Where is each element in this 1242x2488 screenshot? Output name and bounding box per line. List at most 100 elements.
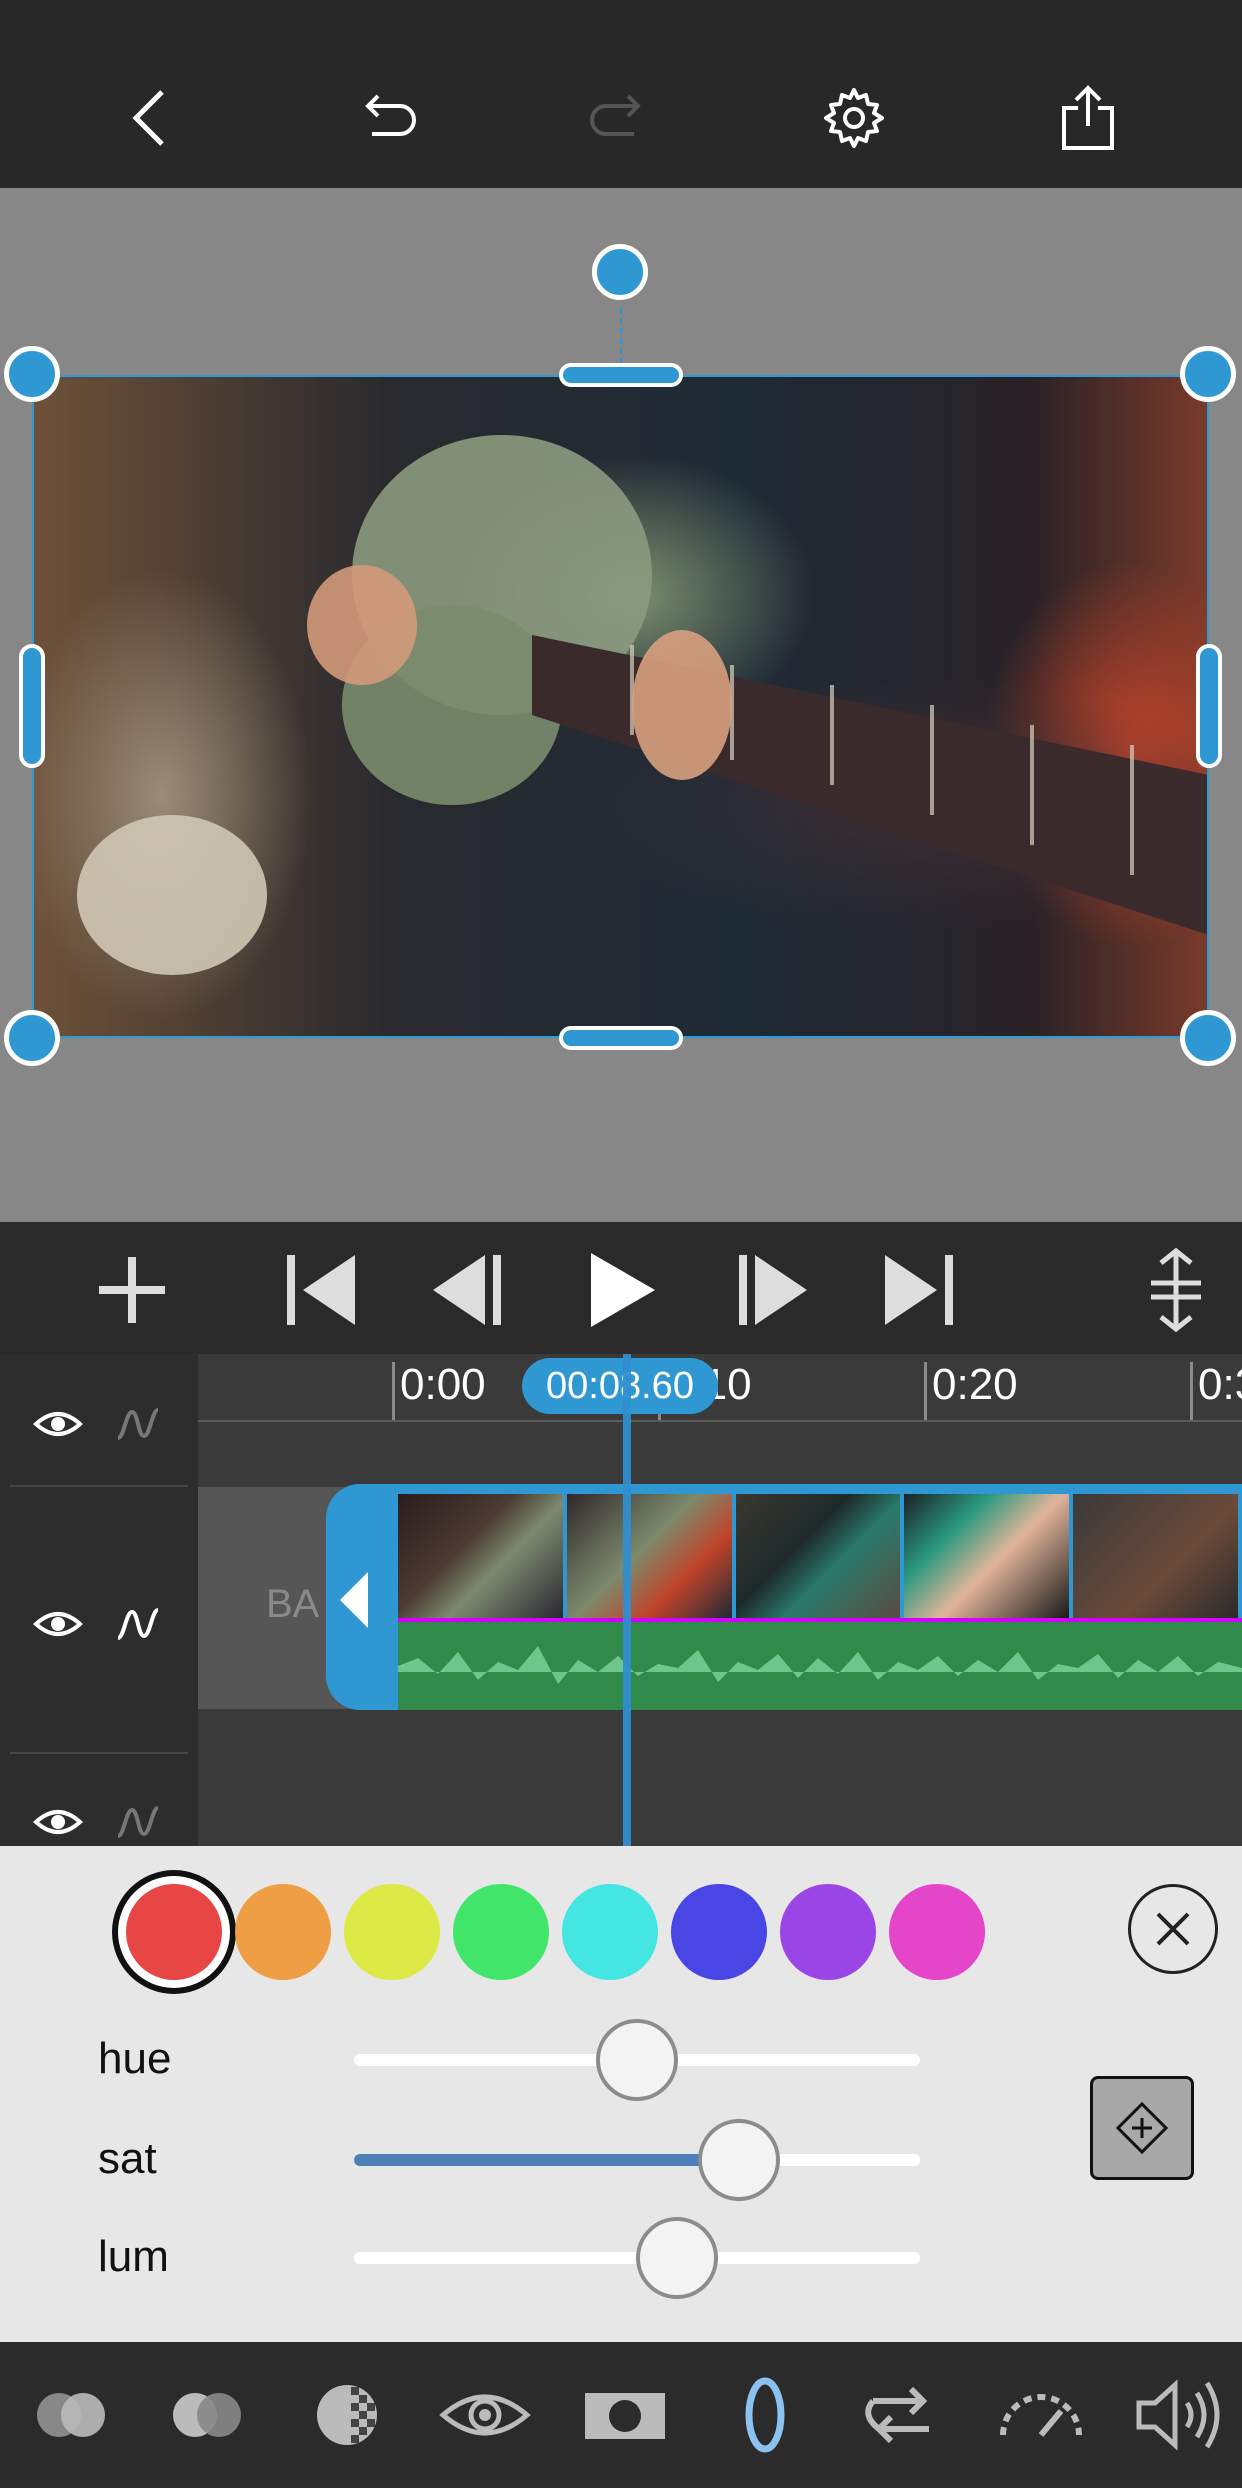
track-height-icon <box>1151 1247 1201 1333</box>
track-3-controls <box>0 1792 198 1852</box>
color-swatch-orange[interactable] <box>235 1884 331 1980</box>
top-toolbar <box>0 0 1242 188</box>
close-icon <box>1156 1912 1190 1946</box>
sat-slider-fill <box>354 2154 739 2166</box>
play-button[interactable] <box>570 1240 670 1340</box>
clip-trim-handle-icon[interactable] <box>340 1572 368 1628</box>
skip-to-start-icon <box>287 1255 355 1325</box>
clip-thumbnails <box>398 1494 1242 1618</box>
reverse-button[interactable] <box>846 2370 956 2460</box>
bottom-toolbar <box>0 2342 1242 2488</box>
video-preview <box>0 188 1242 1222</box>
track-height-button[interactable] <box>1126 1240 1226 1340</box>
speed-button[interactable] <box>986 2370 1096 2460</box>
resize-handle-bottom[interactable] <box>559 1026 683 1050</box>
sat-slider-track[interactable] <box>354 2154 920 2166</box>
settings-icon <box>824 88 884 148</box>
audio-wave-icon[interactable] <box>112 1398 164 1450</box>
current-time-badge: 00:08.60 <box>522 1358 718 1414</box>
step-forward-button[interactable] <box>720 1240 820 1340</box>
resize-handle-right[interactable] <box>1196 644 1222 768</box>
resize-handle-top[interactable] <box>559 363 683 387</box>
clip-thumbnail <box>1073 1494 1238 1618</box>
settings-button[interactable] <box>804 68 904 168</box>
opacity-icon <box>317 2385 377 2445</box>
add-icon <box>99 1257 165 1323</box>
add-button[interactable] <box>82 1240 182 1340</box>
hue-slider-knob[interactable] <box>596 2019 678 2101</box>
play-icon <box>591 1253 655 1327</box>
undo-button[interactable] <box>336 68 436 168</box>
clip-thumbnail <box>398 1494 563 1618</box>
ruler-tick <box>924 1362 927 1420</box>
color-adjust-panel: hue sat lum <box>0 1846 1242 2342</box>
share-button[interactable] <box>1038 68 1138 168</box>
skip-to-end-icon <box>885 1255 953 1325</box>
resize-handle-left[interactable] <box>19 644 45 768</box>
lum-slider-knob[interactable] <box>635 2217 718 2299</box>
close-panel-button[interactable] <box>1128 1884 1218 1974</box>
eye-icon <box>439 2394 531 2436</box>
keyframe-add-icon <box>1115 2101 1169 2155</box>
skip-to-start-button[interactable] <box>270 1240 370 1340</box>
skip-to-end-button[interactable] <box>870 1240 970 1340</box>
rotate-handle[interactable] <box>592 244 648 300</box>
step-back-button[interactable] <box>420 1240 520 1340</box>
clip-label: BA <box>266 1582 320 1626</box>
visibility-eye-icon[interactable] <box>32 1398 84 1450</box>
back-button[interactable] <box>102 68 202 168</box>
audio-waveform <box>398 1622 1242 1710</box>
redo-button[interactable] <box>570 68 670 168</box>
resize-handle-top-right[interactable] <box>1180 346 1236 402</box>
resize-handle-top-left[interactable] <box>4 346 60 402</box>
opacity-button[interactable] <box>292 2370 402 2460</box>
waveform-graphic <box>398 1646 1242 1684</box>
clip-thumbnail <box>566 1494 732 1618</box>
color-swatch-magenta[interactable] <box>889 1884 985 1980</box>
track-1-controls <box>0 1394 198 1454</box>
visibility-eye-icon[interactable] <box>32 1598 84 1650</box>
volume-icon <box>1136 2379 1220 2451</box>
sat-label: sat <box>98 2134 157 2183</box>
track-separator <box>10 1752 188 1754</box>
blend-mode-alt-icon <box>173 2393 241 2437</box>
share-icon <box>1062 85 1114 150</box>
visibility-eye-icon[interactable] <box>32 1796 84 1848</box>
transport-bar <box>0 1222 1242 1354</box>
track-2-controls <box>0 1594 198 1654</box>
color-adjust-button[interactable] <box>710 2370 820 2460</box>
audio-wave-icon[interactable] <box>112 1598 164 1650</box>
color-swatch-blue[interactable] <box>671 1884 767 1980</box>
resize-handle-bottom-left[interactable] <box>4 1010 60 1066</box>
volume-button[interactable] <box>1124 2370 1234 2460</box>
step-forward-icon <box>739 1255 807 1325</box>
video-clip[interactable] <box>326 1484 1242 1710</box>
resize-handle-bottom-right[interactable] <box>1180 1010 1236 1066</box>
audio-wave-icon[interactable] <box>112 1796 164 1848</box>
add-keyframe-button[interactable] <box>1090 2076 1194 2180</box>
playhead[interactable] <box>623 1354 631 1846</box>
time-ruler[interactable]: 0:00 0:10 0:20 0:3 <box>198 1354 1242 1422</box>
color-swatch-purple[interactable] <box>780 1884 876 1980</box>
timeline[interactable]: 0:00 0:10 0:20 0:3 00:08.60 BA <box>0 1354 1242 1846</box>
track-separator <box>10 1485 188 1487</box>
blend-mode-button[interactable] <box>16 2370 126 2460</box>
selection-border <box>32 375 1209 1038</box>
redo-icon <box>590 94 641 136</box>
step-back-icon <box>433 1255 501 1325</box>
visibility-button[interactable] <box>430 2370 540 2460</box>
color-swatch-yellow[interactable] <box>344 1884 440 1980</box>
back-icon <box>132 90 164 146</box>
color-swatch-cyan[interactable] <box>562 1884 658 1980</box>
blend-mode-icon <box>37 2393 105 2437</box>
hue-label: hue <box>98 2034 172 2083</box>
mask-icon <box>585 2393 665 2439</box>
reverse-icon <box>865 2386 929 2444</box>
color-swatch-red[interactable] <box>126 1884 222 1980</box>
color-adjust-icon <box>745 2377 785 2453</box>
sat-slider-knob[interactable] <box>697 2119 780 2201</box>
blend-mode-alt-button[interactable] <box>152 2370 262 2460</box>
mask-button[interactable] <box>570 2370 680 2460</box>
color-swatch-green[interactable] <box>453 1884 549 1980</box>
clip-thumbnail <box>904 1494 1070 1618</box>
